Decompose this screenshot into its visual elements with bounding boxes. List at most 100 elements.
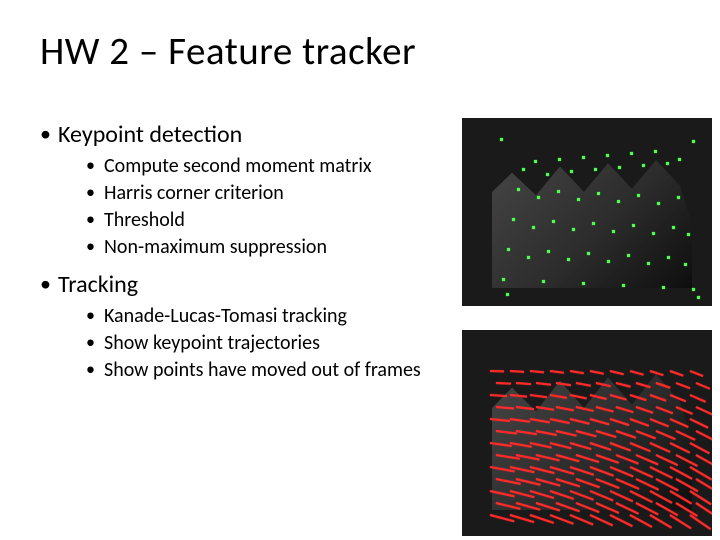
trajectory-streak [696, 454, 712, 467]
keypoint-dot [587, 252, 590, 255]
bullet-list: Keypoint detection Compute second moment… [40, 120, 435, 383]
subitem: Show points have moved out of frames [86, 358, 435, 383]
trajectory-streak [636, 382, 651, 388]
trajectory-streak [670, 370, 684, 377]
sublist-keypoint: Compute second moment matrix Harris corn… [58, 154, 435, 260]
keypoint-dot [657, 202, 660, 205]
trajectory-streak [590, 370, 604, 375]
keypoint-dot [618, 166, 621, 169]
bullet-label: Tracking [58, 270, 138, 299]
keypoint-dot [537, 196, 540, 199]
slide-body: Keypoint detection Compute second moment… [40, 120, 435, 393]
keypoint-dot [522, 168, 525, 171]
trajectory-streak [610, 370, 624, 375]
keypoint-dot [557, 190, 560, 193]
trajectory-streak [690, 394, 706, 403]
trajectory-streak [649, 514, 672, 529]
keypoint-dot [577, 198, 580, 201]
bullet-label: Keypoint detection [58, 120, 242, 149]
figure-tracking [462, 330, 712, 536]
slide: HW 2 – Feature tracker Keypoint detectio… [0, 0, 720, 540]
keypoint-dot [677, 196, 680, 199]
keypoint-dot [606, 154, 609, 157]
trajectory-streak [690, 442, 711, 454]
bullet-tracking: Tracking Kanade-Lucas-Tomasi tracking Sh… [40, 270, 435, 383]
subitem: Harris corner criterion [86, 181, 435, 206]
bullet-keypoint-detection: Keypoint detection Compute second moment… [40, 120, 435, 260]
trajectory-streak [696, 406, 712, 415]
trajectory-streak [536, 382, 552, 386]
keypoint-dot [582, 156, 585, 159]
keypoint-dot [567, 258, 570, 261]
trajectory-streak [689, 514, 711, 530]
keypoint-dot [684, 263, 687, 266]
keypoint-dot [647, 262, 650, 265]
keypoint-dot [637, 194, 640, 197]
trajectory-streak [616, 382, 631, 388]
keypoint-dot [506, 293, 509, 296]
keypoint-dot [500, 138, 503, 141]
slide-title: HW 2 – Feature tracker [40, 28, 416, 75]
keypoint-dot [672, 226, 675, 229]
trajectory-streak [516, 382, 532, 385]
trajectory-streak [490, 394, 507, 397]
keypoint-dot [630, 152, 633, 155]
keypoint-dot [570, 170, 573, 173]
trajectory-streak [510, 370, 524, 373]
keypoint-dot [692, 140, 695, 143]
trajectory-streak [676, 382, 691, 389]
trajectory-streak [690, 370, 704, 377]
keypoint-dot [642, 164, 645, 167]
keypoint-dot [666, 162, 669, 165]
keypoint-dot [534, 160, 537, 163]
keypoint-dot [662, 286, 665, 289]
keypoint-dot [597, 192, 600, 195]
keypoint-dot [692, 288, 695, 291]
subitem: Threshold [86, 208, 435, 233]
keypoint-dot [652, 232, 655, 235]
sublist-tracking: Kanade-Lucas-Tomasi tracking Show keypoi… [58, 304, 435, 383]
trajectory-streak [696, 382, 711, 390]
keypoint-dot [507, 248, 510, 251]
subitem: Compute second moment matrix [86, 154, 435, 179]
keypoint-dot [572, 228, 575, 231]
subitem: Non-maximum suppression [86, 235, 435, 260]
keypoint-dot [582, 282, 585, 285]
figure-keypoints [462, 118, 712, 306]
keypoint-dot [678, 158, 681, 161]
keypoint-dot [697, 296, 700, 299]
keypoint-dot [517, 188, 520, 191]
keypoint-dot [617, 200, 620, 203]
keypoint-dot [632, 224, 635, 227]
keypoint-dot [542, 280, 545, 283]
keypoint-dot [687, 233, 690, 236]
trajectory-streak [690, 418, 709, 428]
trajectory-streak [550, 370, 564, 374]
keypoint-dot [546, 173, 549, 176]
trajectory-streak [496, 382, 511, 385]
keypoint-dot [622, 284, 625, 287]
keypoint-dot [502, 278, 505, 281]
keypoint-dot [558, 158, 561, 161]
trajectory-streak [576, 382, 591, 387]
trajectory-streak [570, 370, 584, 374]
trajectory-streak [696, 430, 712, 441]
trajectory-streak [630, 370, 644, 376]
keypoint-dot [592, 222, 595, 225]
keypoint-dot [532, 226, 535, 229]
subitem: Kanade-Lucas-Tomasi tracking [86, 304, 435, 329]
keypoint-dot [654, 150, 657, 153]
trajectory-streak [669, 514, 691, 529]
keypoint-dot [552, 220, 555, 223]
trajectory-streak [530, 394, 547, 398]
trajectory-streak [530, 370, 544, 373]
trajectory-streak [490, 370, 504, 372]
keypoint-dot [627, 254, 630, 257]
keypoint-dot [594, 168, 597, 171]
subitem: Show keypoint trajectories [86, 331, 435, 356]
keypoint-dot [547, 250, 550, 253]
trajectory-streak [689, 490, 711, 505]
keypoint-dot [612, 230, 615, 233]
keypoint-dot [512, 218, 515, 221]
trajectory-streak [689, 466, 712, 480]
